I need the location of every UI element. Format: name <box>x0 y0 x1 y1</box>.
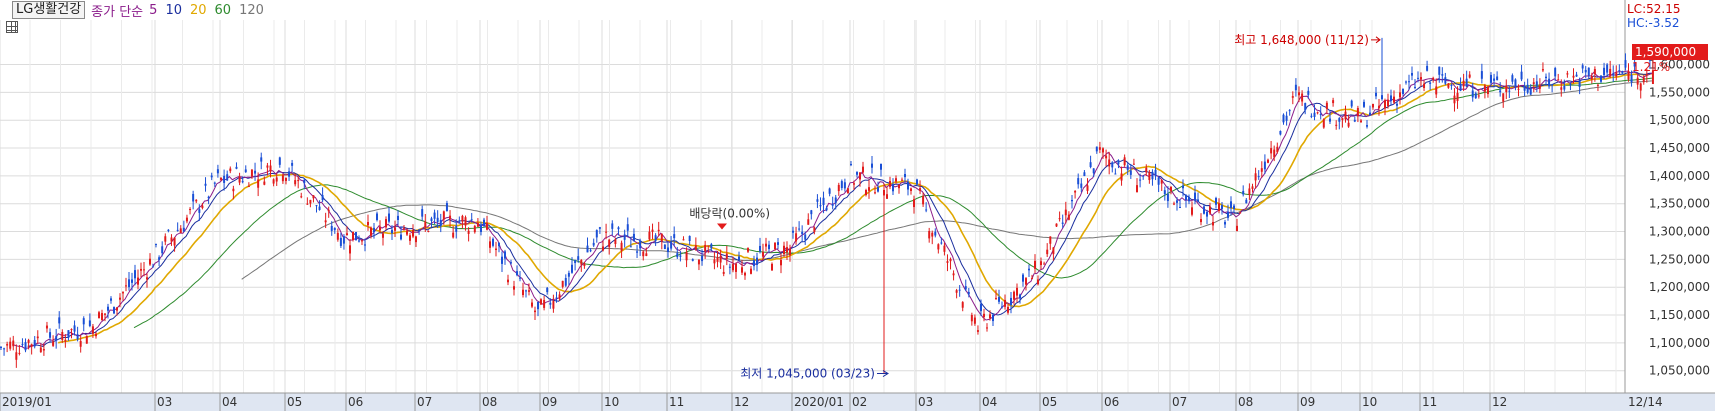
x-tick-label: 05 <box>1042 395 1057 409</box>
ma-period-60: 60 <box>214 2 232 18</box>
x-tick-label: 05 <box>287 395 302 409</box>
current-price-badge: 1,590,000 <box>1632 44 1708 60</box>
lc-readout: LC:52.15 <box>1627 2 1681 16</box>
x-tick-label: 09 <box>542 395 557 409</box>
candle <box>113 306 115 314</box>
chart-background <box>0 0 1715 411</box>
high-annotation: 최고 1,648,000 (11/12) <box>1234 33 1369 47</box>
x-tick-label: 12 <box>1492 395 1507 409</box>
x-tick-label: 03 <box>918 395 933 409</box>
y-tick-label: 1,500,000 <box>1649 113 1710 127</box>
y-tick-label: 1,100,000 <box>1649 336 1710 350</box>
ma-period-120: 120 <box>239 2 264 18</box>
candle <box>1055 223 1058 228</box>
x-tick-label: 07 <box>417 395 432 409</box>
x-tick-label: 12 <box>734 395 749 409</box>
y-tick-label: 1,550,000 <box>1649 85 1710 99</box>
x-tick-label: 06 <box>1104 395 1119 409</box>
x-tick-label: 04 <box>982 395 997 409</box>
y-tick-label: 1,200,000 <box>1649 280 1710 294</box>
stock-name-box[interactable]: LG생활건강 <box>12 1 86 19</box>
ma-period-5: 5 <box>149 2 158 18</box>
x-tick-label: 02 <box>852 395 867 409</box>
y-tick-label: 1,400,000 <box>1649 169 1710 183</box>
y-tick-label: 1,450,000 <box>1649 141 1710 155</box>
y-tick-label: 1,150,000 <box>1649 308 1710 322</box>
x-tick-label: 11 <box>669 395 684 409</box>
x-tick-label: 03 <box>157 395 172 409</box>
x-tick-label: 10 <box>604 395 619 409</box>
x-tick-label: 08 <box>1238 395 1253 409</box>
y-tick-label: 1,300,000 <box>1649 225 1710 239</box>
x-end-label: 12/14 <box>1628 395 1663 409</box>
candle <box>916 178 918 185</box>
x-tick-label: 09 <box>1300 395 1315 409</box>
candle <box>1203 205 1205 215</box>
price-chart[interactable]: 1,600,0001,550,0001,500,0001,450,0001,40… <box>0 0 1715 411</box>
hc-readout: HC:-3.52 <box>1627 16 1680 30</box>
change-percent: 1.21% <box>1632 60 1671 74</box>
dividend-annotation: 배당락(0.00%) <box>689 207 770 221</box>
y-tick-label: 1,250,000 <box>1649 252 1710 266</box>
ma-type-label: 종가 단순 <box>91 4 144 20</box>
x-tick-label: 2020/01 <box>794 395 844 409</box>
candle <box>355 231 357 241</box>
ma-period-list: 5 10 20 60 120 <box>149 3 264 18</box>
candle <box>846 187 849 194</box>
ma-period-10: 10 <box>165 2 182 18</box>
ma-period-20: 20 <box>189 2 207 18</box>
y-tick-label: 1,350,000 <box>1649 197 1710 211</box>
candle <box>85 335 88 344</box>
candle <box>1322 118 1325 129</box>
x-tick-label: 2019/01 <box>2 395 52 409</box>
x-tick-label: 04 <box>222 395 237 409</box>
x-tick-label: 07 <box>1172 395 1187 409</box>
x-tick-label: 06 <box>348 395 363 409</box>
chart-header: LG생활건강 종가 단순 5 10 20 60 120 <box>0 0 264 20</box>
x-tick-label: 11 <box>1422 395 1437 409</box>
x-tick-label: 10 <box>1362 395 1377 409</box>
y-tick-label: 1,050,000 <box>1649 364 1710 378</box>
low-annotation: 최저 1,045,000 (03/23) <box>740 367 875 381</box>
x-tick-label: 08 <box>482 395 497 409</box>
table-view-icon[interactable] <box>6 21 18 33</box>
